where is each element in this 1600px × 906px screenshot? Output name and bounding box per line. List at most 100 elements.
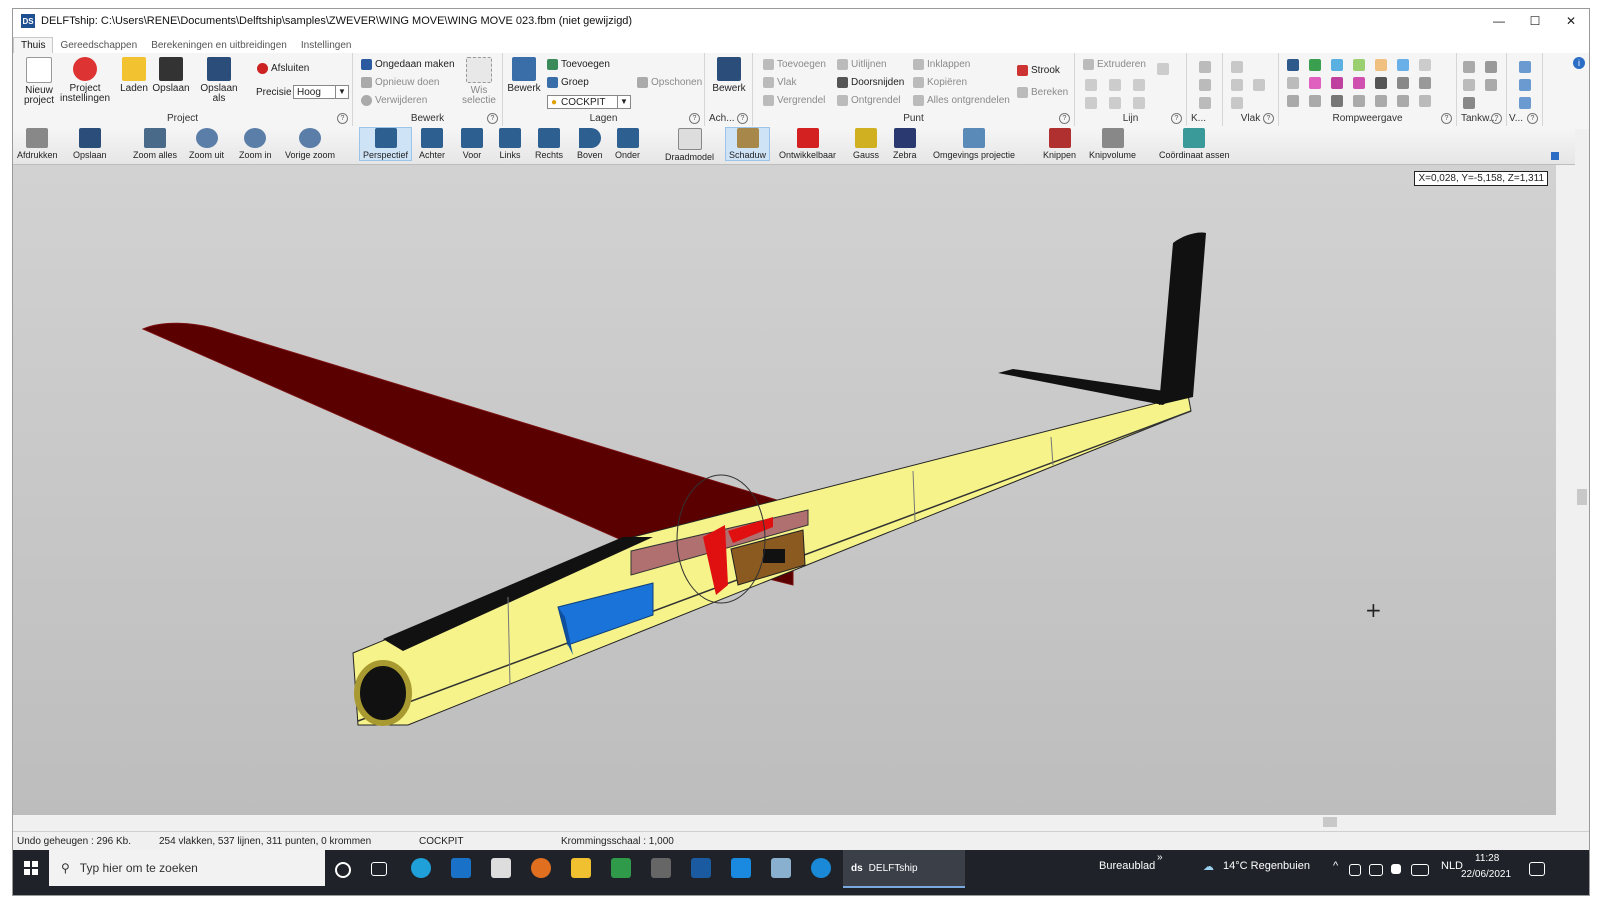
view-bottom-button[interactable]: Onder (615, 128, 640, 160)
help-icon[interactable]: ? (1059, 113, 1070, 124)
line-tool-icon[interactable] (1085, 79, 1097, 91)
delete-button[interactable]: Verwijderen (361, 95, 427, 106)
language-indicator[interactable]: NLD (1441, 860, 1463, 872)
toolbar-options-icon[interactable] (1551, 152, 1559, 160)
new-project-button[interactable]: Nieuw project (21, 57, 57, 106)
vertical-scrollbar[interactable] (1575, 129, 1589, 815)
align-button[interactable]: Uitlijnen (837, 59, 887, 70)
clear-selection-button[interactable]: Wis selectie (461, 57, 497, 106)
photos-icon[interactable] (691, 858, 711, 878)
device-icon[interactable] (491, 858, 511, 878)
line-tool-icon[interactable] (1133, 97, 1145, 109)
clock-date[interactable]: 22/06/2021 (1461, 869, 1511, 880)
zoom-all-button[interactable]: Zoom alles (133, 128, 177, 160)
close-button[interactable]: ✕ (1553, 9, 1589, 33)
desktop-toolbar-label[interactable]: Bureaublad (1099, 860, 1155, 872)
volume-icon[interactable] (1391, 864, 1401, 874)
save-as-button[interactable]: Opslaan als (193, 57, 245, 104)
hull-view-icon[interactable] (1397, 95, 1409, 107)
display-icon[interactable] (1369, 864, 1383, 876)
help-icon[interactable]: ? (1441, 113, 1452, 124)
view-left-button[interactable]: Links (499, 128, 521, 160)
line-tool-icon[interactable] (1133, 79, 1145, 91)
hull-view-icon[interactable] (1397, 77, 1409, 89)
strip-button[interactable]: Strook (1017, 65, 1060, 76)
cortana-icon[interactable] (335, 862, 351, 878)
line-tool-icon[interactable] (1109, 79, 1121, 91)
taskbar-search-input[interactable]: ⚲ Typ hier om te zoeken (49, 850, 325, 886)
load-button[interactable]: Laden (119, 57, 149, 94)
hull-view-icon[interactable] (1331, 95, 1343, 107)
point-face-button[interactable]: Vlak (763, 77, 796, 88)
3d-viewport[interactable]: + X=0,028, Y=-5,158, Z=1,311 (13, 165, 1556, 815)
hull-view-icon[interactable] (1309, 77, 1321, 89)
hull-view-icon[interactable] (1287, 77, 1299, 89)
notification-center-icon[interactable] (1529, 862, 1545, 876)
tab-thuis[interactable]: Thuis (13, 37, 54, 53)
curve-tool-icon[interactable] (1199, 61, 1211, 73)
zoom-in-button[interactable]: Zoom in (239, 128, 272, 160)
hull-view-icon[interactable] (1331, 59, 1343, 71)
tank-tool-icon[interactable] (1485, 61, 1497, 73)
environment-projection-button[interactable]: Omgevings projectie (933, 128, 1015, 160)
horizontal-scroll-thumb[interactable] (1323, 817, 1337, 827)
close-project-button[interactable]: Afsluiten (257, 63, 309, 74)
line-tool-icon[interactable] (1085, 97, 1097, 109)
help-icon[interactable]: ? (737, 113, 748, 124)
spreadsheet-icon[interactable] (611, 858, 631, 878)
help-icon[interactable]: ? (487, 113, 498, 124)
help-icon[interactable]: ? (1527, 113, 1538, 124)
maps-icon[interactable] (531, 858, 551, 878)
view-front-button[interactable]: Voor (461, 128, 483, 160)
hull-view-icon[interactable] (1375, 77, 1387, 89)
shaded-button[interactable]: Schaduw (725, 127, 771, 161)
clock-time[interactable]: 11:28 (1475, 853, 1499, 864)
coordinate-axes-button[interactable]: Coördinaat assen (1159, 128, 1230, 160)
help-icon[interactable]: ? (689, 113, 700, 124)
layers-edit-button[interactable]: Bewerk (507, 57, 541, 94)
undo-button[interactable]: Ongedaan maken (361, 59, 455, 70)
minimize-button[interactable]: — (1481, 9, 1517, 33)
view-tool-icon[interactable] (1519, 79, 1531, 91)
tray-expand-icon[interactable]: ^ (1333, 860, 1338, 872)
extrude-button[interactable]: Extruderen (1083, 59, 1146, 70)
view-top-button[interactable]: Boven (577, 128, 603, 160)
help-icon[interactable]: ? (1263, 113, 1274, 124)
toolbar-expand-chevron-icon[interactable]: » (1157, 852, 1163, 863)
gauss-button[interactable]: Gauss (853, 128, 879, 160)
hull-view-icon[interactable] (1419, 59, 1431, 71)
view-right-button[interactable]: Rechts (535, 128, 563, 160)
toolbar-save-button[interactable]: Opslaan (73, 128, 107, 160)
hull-view-icon[interactable] (1287, 59, 1299, 71)
line-tool-icon[interactable] (1109, 97, 1121, 109)
taskbar-app-delftship[interactable]: ds DELFTship (843, 850, 965, 888)
hull-view-icon[interactable] (1375, 59, 1387, 71)
layer-group-button[interactable]: Groep (547, 77, 589, 88)
background-edit-button[interactable]: Bewerk (711, 57, 747, 94)
unlock-all-button[interactable]: Alles ontgrendelen (913, 95, 1010, 106)
view-tool-icon[interactable] (1519, 97, 1531, 109)
hull-view-icon[interactable] (1353, 59, 1365, 71)
hull-view-icon[interactable] (1309, 95, 1321, 107)
face-tool-icon[interactable] (1231, 79, 1243, 91)
line-tool-icon[interactable] (1157, 63, 1169, 75)
layer-select[interactable]: ● COCKPIT ▼ (547, 95, 631, 109)
help-icon[interactable]: ? (1491, 113, 1502, 124)
hull-view-icon[interactable] (1419, 95, 1431, 107)
help-icon[interactable]: ? (1171, 113, 1182, 124)
hull-view-icon[interactable] (1287, 95, 1299, 107)
calculator-icon[interactable] (651, 858, 671, 878)
perspective-button[interactable]: Perspectief (359, 127, 413, 161)
layer-add-button[interactable]: Toevoegen (547, 59, 610, 70)
project-settings-button[interactable]: Project instellingen (59, 57, 111, 104)
help-icon[interactable]: ? (337, 113, 348, 124)
calculate-button[interactable]: Bereken (1017, 87, 1068, 98)
view-back-button[interactable]: Achter (419, 128, 445, 160)
face-tool-icon[interactable] (1231, 97, 1243, 109)
hull-view-icon[interactable] (1397, 59, 1409, 71)
curve-tool-icon[interactable] (1199, 79, 1211, 91)
file-explorer-icon[interactable] (571, 858, 591, 878)
tank-tool-icon[interactable] (1463, 61, 1475, 73)
clean-layers-button[interactable]: Opschonen (637, 77, 702, 88)
tank-tool-icon[interactable] (1463, 97, 1475, 109)
